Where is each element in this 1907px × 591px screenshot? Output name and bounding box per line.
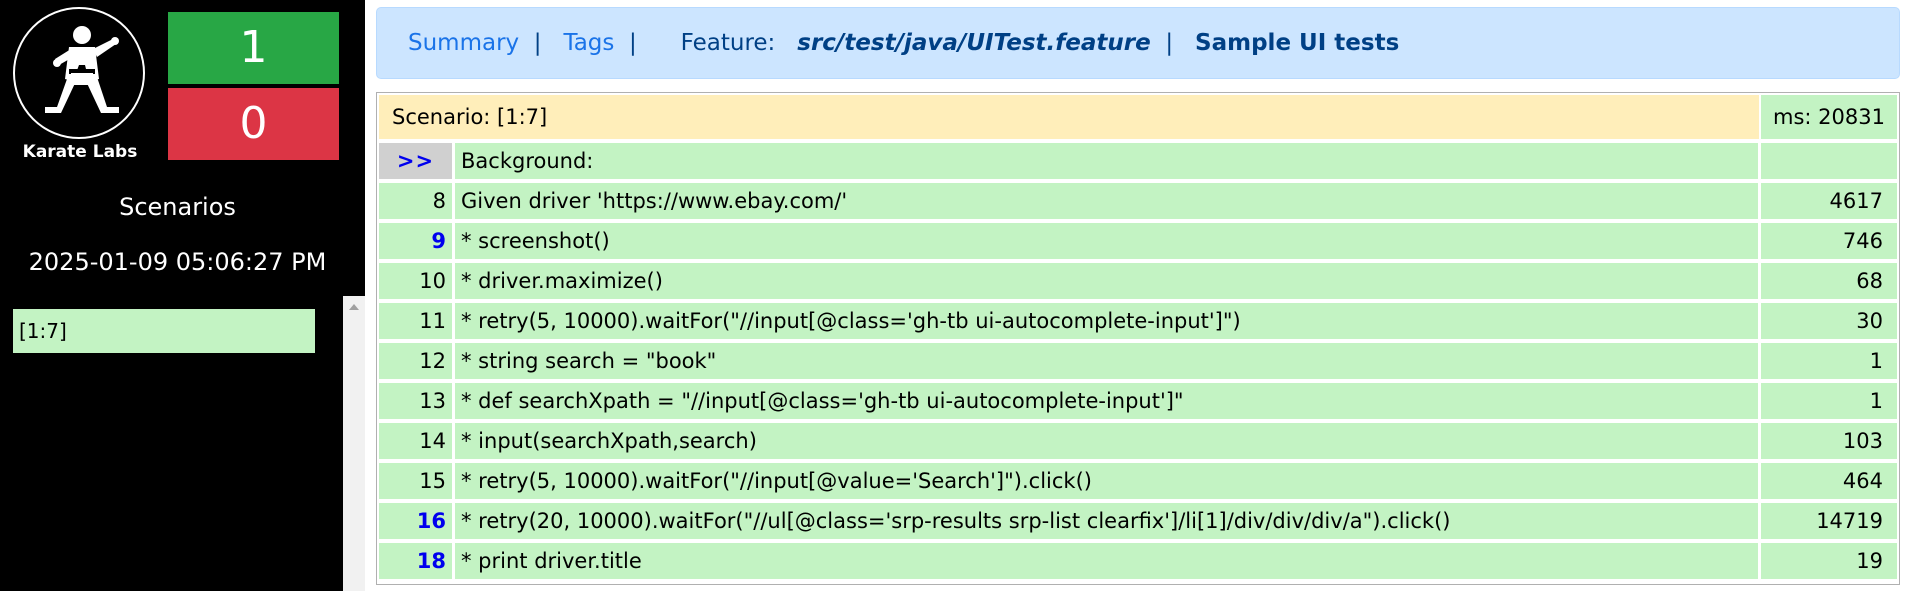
- header-nav: Summary | Tags | Feature: src/test/java/…: [376, 7, 1900, 79]
- step-row: >> Background:: [379, 143, 1897, 179]
- nav-scrollbar[interactable]: [343, 296, 365, 591]
- step-text: * retry(5, 10000).waitFor("//input[@clas…: [455, 303, 1758, 339]
- step-line-number: 9: [379, 223, 452, 259]
- scroll-up-arrow-icon[interactable]: [349, 304, 359, 310]
- nav-separator: |: [1165, 30, 1174, 56]
- tags-link[interactable]: Tags: [563, 30, 614, 56]
- step-duration: 4617: [1761, 183, 1897, 219]
- step-row: 9 * screenshot() 746: [379, 223, 1897, 259]
- step-duration: 19: [1761, 543, 1897, 579]
- step-line-number: 12: [379, 343, 452, 379]
- step-row: 10 * driver.maximize() 68: [379, 263, 1897, 299]
- feature-path: src/test/java/UITest.feature: [797, 30, 1151, 56]
- scenario-table: Scenario: [1:7] ms: 20831 >> Background: 8…: [376, 92, 1900, 585]
- step-text: * print driver.title: [455, 543, 1758, 579]
- nav-separator: |: [629, 30, 637, 56]
- step-duration: 30: [1761, 303, 1897, 339]
- logo-text: Karate Labs: [22, 142, 138, 162]
- step-text: * string search = "book": [455, 343, 1758, 379]
- scenario-duration: ms: 20831: [1761, 95, 1897, 139]
- step-text: * driver.maximize(): [455, 263, 1758, 299]
- step-row: 13 * def searchXpath = "//input[@class='g…: [379, 383, 1897, 419]
- summary-link[interactable]: Summary: [408, 30, 519, 56]
- step-line-number: 8: [379, 183, 452, 219]
- step-text: * retry(5, 10000).waitFor("//input[@valu…: [455, 463, 1758, 499]
- scenario-nav-panel: [1:7]: [0, 296, 345, 591]
- run-timestamp: 2025-01-09 05:06:27 PM: [28, 248, 327, 276]
- step-duration: [1761, 143, 1897, 179]
- step-line-number: 16: [379, 503, 452, 539]
- step-text: * def searchXpath = "//input[@class='gh-…: [455, 383, 1758, 419]
- step-line-number: 18: [379, 543, 452, 579]
- step-text: Given driver 'https://www.ebay.com/': [455, 183, 1758, 219]
- feature-label: Feature:: [680, 30, 776, 56]
- step-duration: 464: [1761, 463, 1897, 499]
- step-duration: 746: [1761, 223, 1897, 259]
- step-duration: 14719: [1761, 503, 1897, 539]
- step-duration: 103: [1761, 423, 1897, 459]
- step-duration: 68: [1761, 263, 1897, 299]
- step-row: 18 * print driver.title 19: [379, 543, 1897, 579]
- step-line-number: 15: [379, 463, 452, 499]
- feature-title: Sample UI tests: [1195, 30, 1400, 56]
- step-row: 16 * retry(20, 10000).waitFor("//ul[@clas…: [379, 503, 1897, 539]
- scenario-link[interactable]: [1:7]: [13, 309, 315, 353]
- step-row: 14 * input(searchXpath,search) 103: [379, 423, 1897, 459]
- passed-count-badge: 1: [168, 12, 339, 84]
- step-text: * retry(20, 10000).waitFor("//ul[@class=…: [455, 503, 1758, 539]
- step-duration: 1: [1761, 383, 1897, 419]
- step-line-number: 10: [379, 263, 452, 299]
- sidebar: Karate Labs 1 0 Scenarios 2025-01-09 05:…: [0, 0, 365, 591]
- step-text: * input(searchXpath,search): [455, 423, 1758, 459]
- step-line-number: 11: [379, 303, 452, 339]
- nav-separator: |: [533, 30, 542, 56]
- step-row: 12 * string search = "book" 1: [379, 343, 1897, 379]
- step-row: 8 Given driver 'https://www.ebay.com/' 461…: [379, 183, 1897, 219]
- step-row: 15 * retry(5, 10000).waitFor("//input[@va…: [379, 463, 1897, 499]
- failed-count-badge: 0: [168, 88, 339, 160]
- step-text: * screenshot(): [455, 223, 1758, 259]
- step-line-number: 14: [379, 423, 452, 459]
- step-duration: 1: [1761, 343, 1897, 379]
- karate-figure-icon: [13, 7, 145, 139]
- step-line-number: 13: [379, 383, 452, 419]
- step-row: 11 * retry(5, 10000).waitFor("//input[@cl…: [379, 303, 1897, 339]
- step-text: Background:: [455, 143, 1758, 179]
- background-marker: >>: [379, 143, 452, 179]
- scenario-title: Scenario: [1:7]: [379, 95, 1759, 139]
- scenario-header: Scenario: [1:7] ms: 20831: [379, 95, 1897, 139]
- scenarios-label: Scenarios: [119, 193, 236, 221]
